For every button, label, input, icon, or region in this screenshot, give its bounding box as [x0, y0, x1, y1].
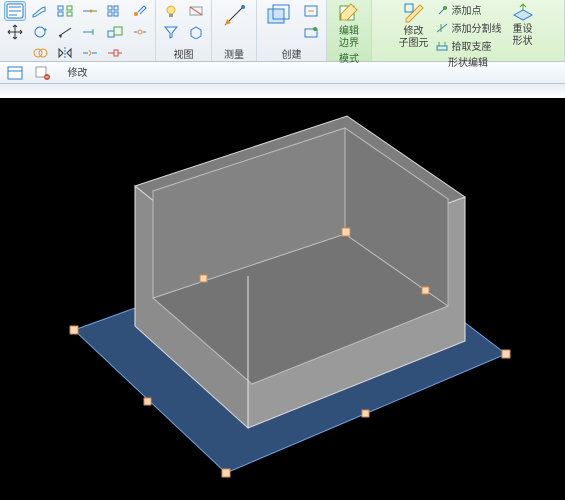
bulb-icon[interactable]: [160, 1, 182, 21]
create-sub2-icon[interactable]: [300, 22, 322, 42]
create-sub1-icon[interactable]: [300, 1, 322, 21]
panel-view: 视图: [156, 0, 212, 61]
modify-tool-button[interactable]: [4, 1, 26, 21]
edit-boundary-label-1: 编辑: [339, 26, 359, 37]
panel-mode: 编辑 边界 模式: [327, 0, 372, 61]
edit-boundary-label-2: 边界: [339, 38, 359, 49]
split-tool-button[interactable]: [79, 43, 101, 63]
reset-shape-label-1: 重设: [513, 24, 533, 35]
section-box-icon[interactable]: [185, 22, 207, 42]
edit-boundary-button[interactable]: 编辑 边界: [331, 1, 367, 49]
scene-svg: [0, 98, 565, 500]
offset-tool-button[interactable]: [54, 22, 76, 42]
add-point-button[interactable]: 添加点: [435, 2, 502, 17]
modify-sub-label-1: 修改: [404, 26, 424, 37]
ribbon: 修改 视图: [0, 0, 565, 62]
panel-measure-title: 测量: [224, 46, 244, 61]
reset-shape-label-2: 形状: [513, 36, 533, 47]
modify-sub-label-2: 子图元: [399, 38, 429, 49]
pick-supports-button[interactable]: 拾取支座: [435, 38, 502, 53]
rotate-tool-button[interactable]: [29, 22, 51, 42]
array-tool-button[interactable]: [104, 1, 126, 21]
add-split-label: 添加分割线: [452, 20, 502, 35]
extend-tool-button[interactable]: [79, 22, 101, 42]
pin-tool-button[interactable]: [104, 43, 126, 63]
demolish-tool-button[interactable]: [129, 1, 151, 21]
trim-tool-button[interactable]: [79, 1, 101, 21]
copy-tool-button[interactable]: [29, 43, 51, 63]
mirror-tool-button[interactable]: [54, 43, 76, 63]
filter-delete-icon[interactable]: [32, 64, 54, 82]
move-tool-button[interactable]: [4, 22, 26, 42]
viewport-3d[interactable]: [0, 98, 565, 500]
toolbar-separator: [0, 84, 565, 98]
filter-icon[interactable]: [160, 22, 182, 42]
panel-measure: 测量: [212, 0, 257, 61]
panel-shape-edit: 修改 子图元 添加点 添加分割线 拾取支座 重设: [372, 0, 565, 61]
cope-tool-button[interactable]: [29, 1, 51, 21]
panel-modify-title: 修改: [68, 64, 88, 79]
panel-modify: 修改: [0, 0, 156, 61]
measure-button[interactable]: [216, 1, 252, 31]
modify-sub-button[interactable]: 修改 子图元: [396, 1, 432, 49]
align-tool-button[interactable]: [54, 1, 76, 21]
add-point-label: 添加点: [452, 2, 482, 17]
pick-supports-label: 拾取支座: [452, 38, 492, 53]
panel-shape-edit-title: 形状编辑: [448, 54, 488, 69]
panel-create: 创建: [257, 0, 327, 61]
reset-shape-button[interactable]: 重设 形状: [505, 1, 541, 47]
properties-icon[interactable]: [4, 64, 26, 82]
scale-tool-button[interactable]: [104, 22, 126, 42]
panel-create-title: 创建: [282, 46, 302, 61]
create-button[interactable]: [261, 1, 297, 31]
add-split-line-button[interactable]: 添加分割线: [435, 20, 502, 35]
panel-mode-title: 模式: [339, 50, 359, 65]
unpin-tool-button[interactable]: [129, 22, 151, 42]
hide-icon[interactable]: [185, 1, 207, 21]
panel-view-title: 视图: [174, 46, 194, 61]
